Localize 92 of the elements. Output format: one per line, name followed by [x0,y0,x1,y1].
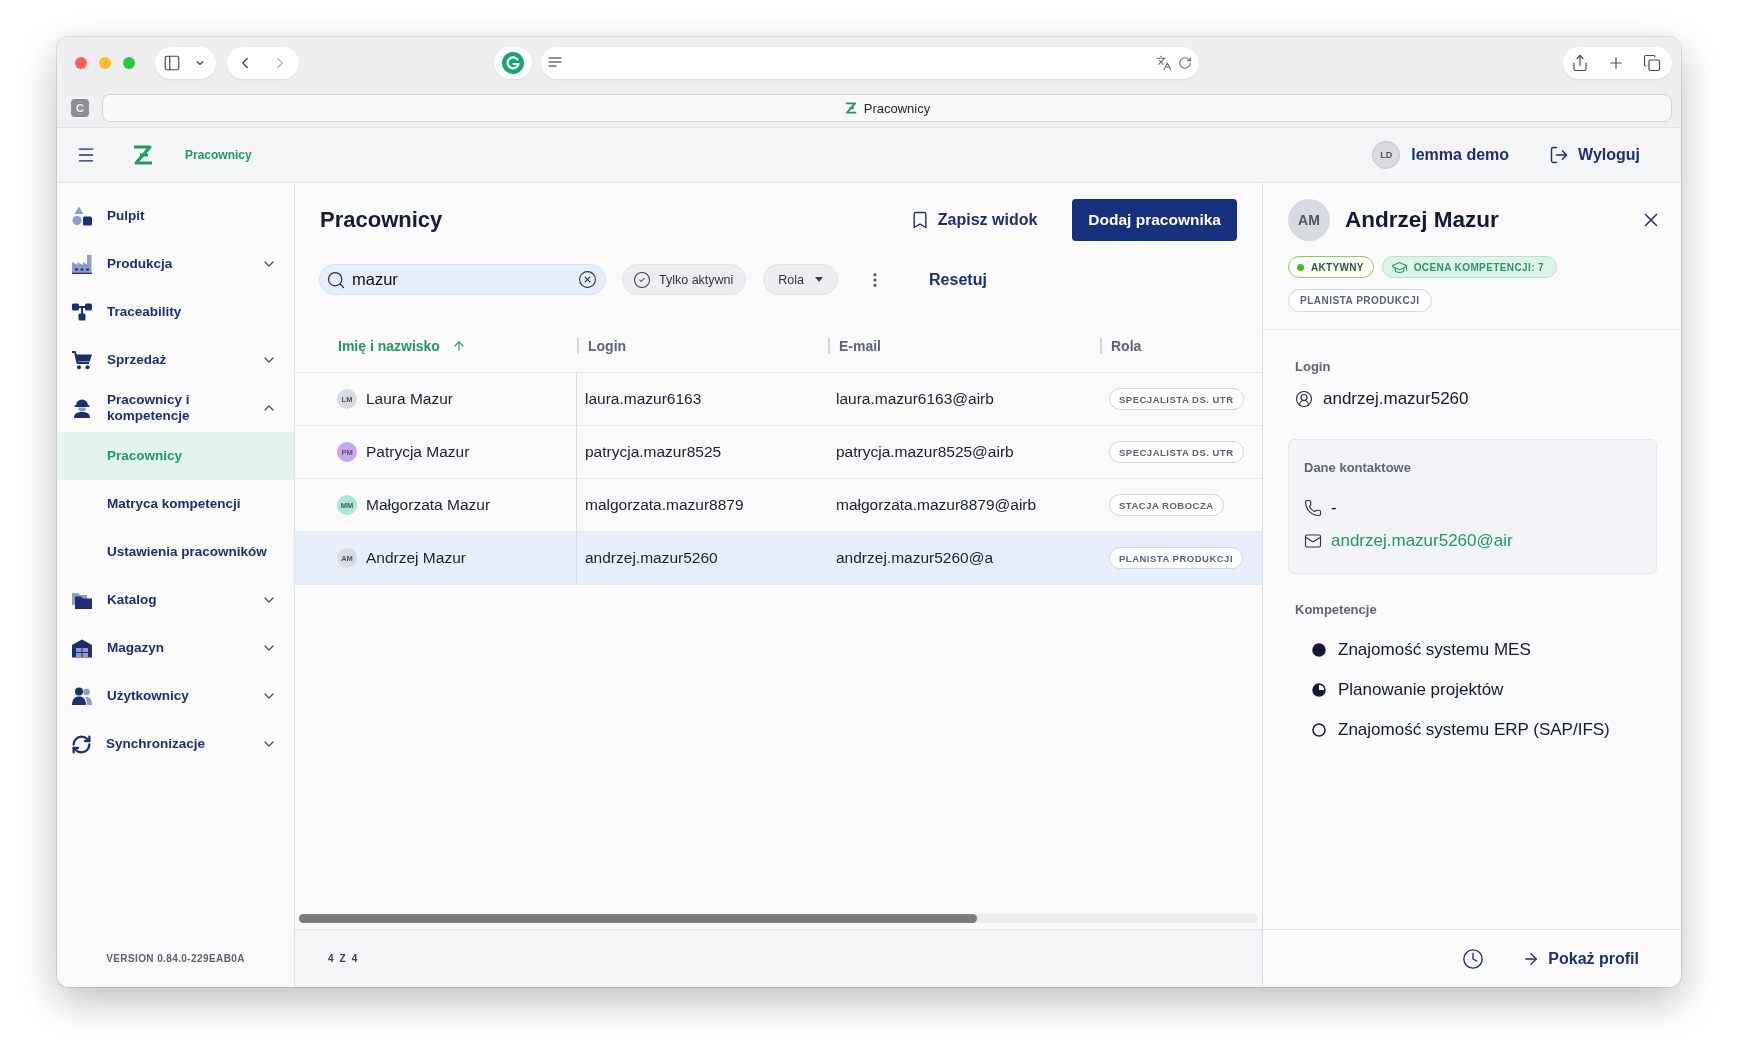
table-cell: laura.mazur6163@airb [836,390,994,408]
version-label: VERSION 0.84.0-229EAB0A [106,952,245,964]
logo-icon[interactable] [131,144,155,166]
sidebar-item[interactable]: Magazyn [57,624,294,672]
address-field[interactable] [541,47,1199,79]
sidebar-toggle-icon[interactable] [163,54,181,72]
column-header[interactable]: Rola [1111,337,1142,354]
competence-label: Znajomość systemu ERP (SAP/IFS) [1338,720,1610,740]
sidebar-item[interactable]: Sprzedaż [57,336,294,384]
empty-circle-icon [1312,723,1326,737]
logout-icon [1549,145,1570,165]
table-cell: laura.mazur6163 [585,390,702,408]
sidebar-subitem[interactable]: Matryca kompetencji [57,480,294,528]
shapes-icon [71,206,93,226]
user-circle-icon [1295,390,1313,408]
search-icon [326,269,346,290]
avatar: AM [1288,199,1330,241]
cart-icon [71,350,93,370]
role-badge: PLANISTA PRODUKCJI [1288,289,1432,312]
check-circle-icon [633,270,651,289]
mail-icon [1304,532,1322,550]
sidebar-item[interactable]: Produkcja [57,240,294,288]
tab-overview-icon[interactable] [1643,54,1661,72]
filter-chip[interactable]: Tylko aktywni [622,264,747,295]
users-icon [71,686,93,706]
competence-label: Znajomość systemu MES [1338,640,1531,660]
table-cell: patrycja.mazur8525@airb [836,443,1014,461]
save-view-button[interactable]: Zapisz widok [909,210,1038,230]
share-icon[interactable] [1571,54,1589,72]
folder-icon [71,590,93,610]
extension-logo-icon[interactable] [502,52,524,74]
role-badge: PLANISTA PRODUKCJI [1109,547,1244,569]
reload-icon[interactable] [1178,56,1192,70]
status-label: AKTYWNY [1311,261,1364,273]
browser-tab[interactable]: Pracownicy [102,94,1672,122]
translate-icon[interactable] [1156,55,1172,71]
table-cell: małgorzata.mazur8879@airb [836,496,1037,514]
reset-button[interactable]: Resetuj [929,270,987,289]
dropdown-chip[interactable]: Rola [763,264,839,295]
page-title: Pracownicy [320,207,443,233]
history-icon[interactable] [1462,947,1485,970]
table-cell: patrycja.mazur8525 [585,443,722,461]
column-header[interactable]: Login [588,337,627,354]
factory-icon [71,254,93,274]
sidebar-item[interactable]: Katalog [57,576,294,624]
reader-icon[interactable] [547,56,563,70]
sidebar-item[interactable]: Synchronizacje [57,720,294,768]
employee-name: Patrycja Mazur [366,443,470,461]
user-name[interactable]: lemma demo [1411,146,1510,164]
nodes-icon [71,302,93,322]
sidebar-item[interactable]: Pulpit [57,192,294,240]
logout-button[interactable]: Wyloguj [1549,145,1640,165]
employee-name: Laura Mazur [366,390,453,408]
table-cell: malgorzata.mazur8879 [585,496,744,514]
search-field[interactable]: mazur [319,264,606,295]
pagination-label: 4 Z 4 [328,953,359,964]
field-label: Login [1295,359,1332,375]
scrollbar-thumb[interactable] [299,914,977,923]
show-profile-link[interactable]: Pokaż profil [1522,949,1639,968]
employee-name: Małgorzata Mazur [366,496,491,514]
caret-icon [815,277,824,282]
role-badge: SPECJALISTA DS. UTR [1109,441,1244,463]
detail-title: Andrzej Mazur [1345,207,1499,233]
phone-icon [1304,499,1322,517]
section-title: Dane kontaktowe [1304,460,1412,476]
sidebar-item[interactable]: Pracownicy i kompetencje [57,384,294,432]
role-badge: STACJA ROBOCZA [1109,494,1224,516]
login-value: andrzej.mazur5260 [1323,389,1469,409]
sync-icon [71,733,92,755]
employee-name: Andrzej Mazur [366,549,466,567]
phone-value: - [1331,498,1337,518]
warehouse-icon [71,638,93,658]
table-cell: andrzej.mazur5260@a [836,549,994,567]
sidebar-subitem[interactable]: Ustawienia pracowników [57,528,294,576]
sidebar-item[interactable]: Traceability [57,288,294,336]
three-quarter-circle-icon [1312,683,1326,697]
filled-circle-icon [1312,643,1326,657]
clear-icon[interactable] [578,270,597,289]
logo-icon [843,101,858,115]
user-avatar[interactable]: LD [1372,141,1401,169]
section-title: Kompetencje [1295,602,1378,618]
sidebar-item[interactable]: Użytkownicy [57,672,294,720]
status-dot-icon [1297,263,1304,271]
table-cell: andrzej.mazur5260 [585,549,718,567]
score-label: OCENA KOMPETENCJI: 7 [1413,261,1545,273]
role-badge: SPECJALISTA DS. UTR [1109,388,1244,410]
new-tab-icon[interactable] [1607,54,1625,72]
competence-label: Planowanie projektów [1338,680,1504,700]
column-header[interactable]: E-mail [839,337,881,354]
worker-icon [71,398,93,418]
close-window-icon[interactable] [75,57,87,69]
add-employee-button[interactable]: Dodaj pracownika [1072,199,1237,241]
